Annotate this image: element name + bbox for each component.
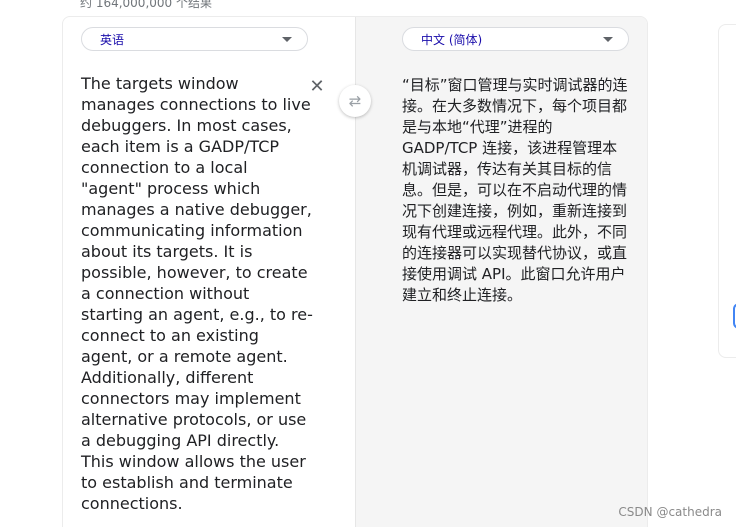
page: 约 164,000,000 个结果 英语 中文 (简体) The targets… <box>0 0 736 527</box>
watermark: CSDN @cathedra <box>618 505 722 519</box>
close-icon[interactable]: ✕ <box>309 78 325 96</box>
target-language-select[interactable]: 中文 (简体) <box>402 27 629 51</box>
chevron-down-icon <box>603 37 613 42</box>
chevron-down-icon <box>282 37 292 42</box>
side-panel <box>718 24 736 358</box>
translated-text: “目标”窗口管理与实时调试器的连接。在大多数情况下，每个项目都是与本地“代理”进… <box>402 76 628 304</box>
source-language-label: 英语 <box>100 32 125 47</box>
swap-languages-button[interactable]: ⇄ <box>339 85 371 117</box>
swap-icon: ⇄ <box>348 92 362 110</box>
target-language-label: 中文 (简体) <box>421 32 483 47</box>
translate-card: 英语 中文 (简体) The targets window manages co… <box>62 16 648 527</box>
source-language-select[interactable]: 英语 <box>81 27 308 51</box>
results-count: 约 164,000,000 个结果 <box>80 0 212 10</box>
source-text-input[interactable]: The targets window manages connections t… <box>81 73 313 514</box>
